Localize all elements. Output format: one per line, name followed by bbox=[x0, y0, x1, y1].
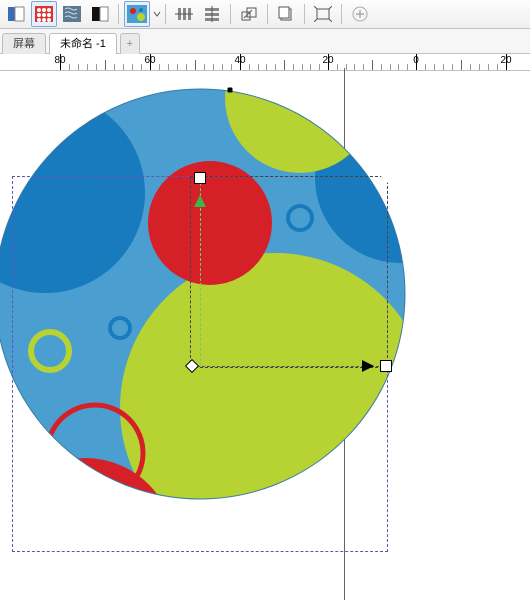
fill-left-button[interactable] bbox=[3, 1, 29, 27]
ruler-label: 60 bbox=[144, 55, 155, 66]
ruler-label: 20 bbox=[500, 55, 511, 66]
toolbar-separator bbox=[341, 4, 342, 24]
tab-document-1[interactable]: 未命名 -1 bbox=[49, 33, 117, 54]
copy-props-button[interactable] bbox=[273, 1, 299, 27]
dropdown-chevron-icon[interactable] bbox=[153, 6, 161, 22]
handle-corner-dot[interactable] bbox=[381, 173, 391, 183]
drawing-canvas[interactable] bbox=[0, 68, 530, 600]
toolbar-separator bbox=[165, 4, 166, 24]
toolbar-separator bbox=[267, 4, 268, 24]
add-button[interactable] bbox=[347, 1, 373, 27]
tab-screen[interactable]: 屏幕 bbox=[2, 33, 46, 54]
handle-top[interactable] bbox=[194, 172, 206, 184]
ruler-label: 0 bbox=[413, 55, 419, 66]
ruler-label: 80 bbox=[54, 55, 65, 66]
arrow-up-icon bbox=[194, 195, 206, 207]
tab-add[interactable]: + bbox=[120, 33, 140, 54]
distribute-v-button[interactable] bbox=[199, 1, 225, 27]
arrow-right-icon bbox=[362, 360, 374, 372]
property-toolbar bbox=[0, 0, 530, 29]
distribute-h-button[interactable] bbox=[171, 1, 197, 27]
texture-button[interactable] bbox=[59, 1, 85, 27]
toolbar-separator bbox=[230, 4, 231, 24]
ruler-label: 40 bbox=[234, 55, 245, 66]
toolbar-separator bbox=[118, 4, 119, 24]
canvas-area[interactable] bbox=[0, 68, 530, 600]
shape-origin-marker[interactable] bbox=[228, 88, 233, 93]
scale-button[interactable] bbox=[236, 1, 262, 27]
transform-button[interactable] bbox=[310, 1, 336, 27]
transform-axis-h bbox=[192, 366, 384, 367]
pattern-grid-button[interactable] bbox=[31, 1, 57, 27]
handle-right[interactable] bbox=[380, 360, 392, 372]
document-tabstrip: 屏幕 未命名 -1 + bbox=[0, 29, 530, 54]
pattern-bubbles-button[interactable] bbox=[124, 1, 150, 27]
two-color-button[interactable] bbox=[87, 1, 113, 27]
ruler-label: 20 bbox=[322, 55, 333, 66]
toolbar-separator bbox=[304, 4, 305, 24]
